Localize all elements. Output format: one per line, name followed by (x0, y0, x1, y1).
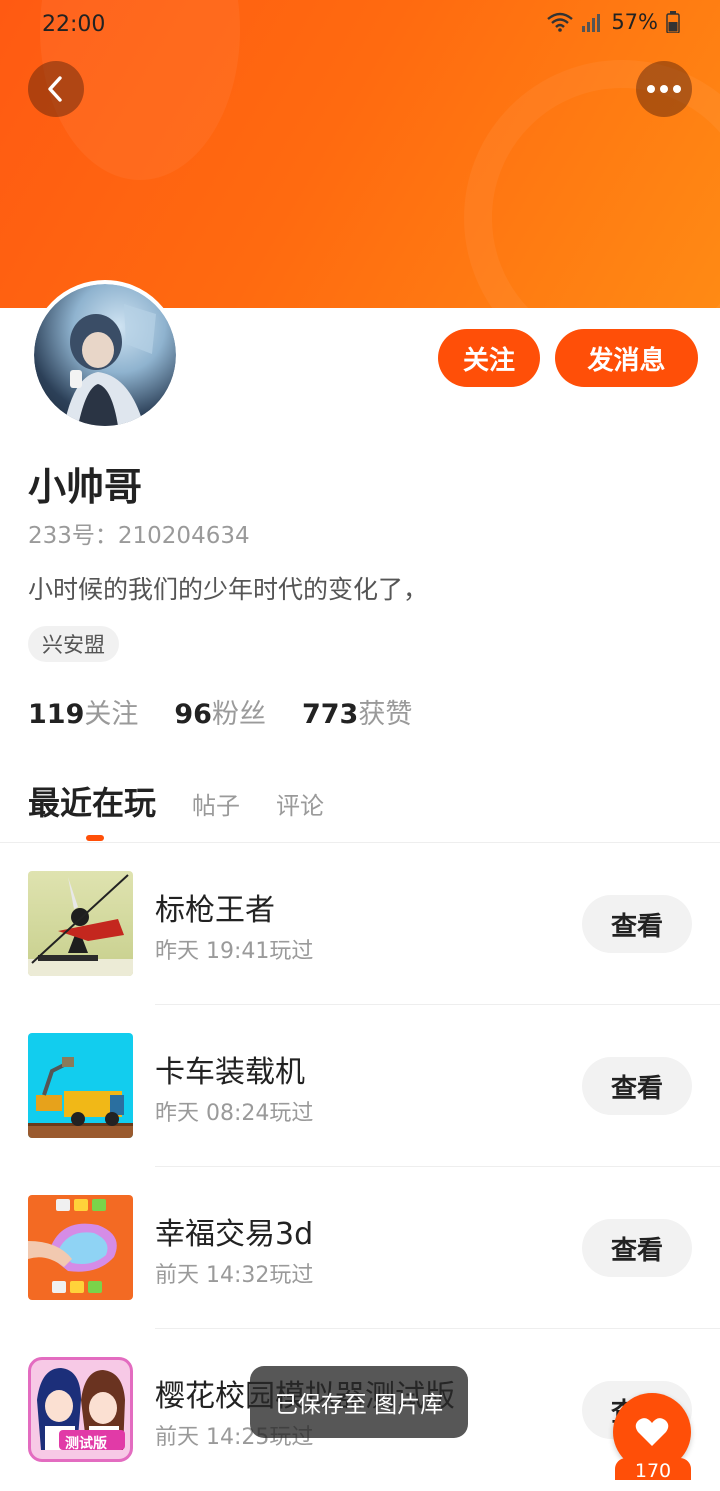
status-time: 22:00 (42, 12, 106, 37)
game-thumbnail (28, 1195, 133, 1300)
tab-recently-played[interactable]: 最近在玩 (28, 778, 156, 824)
list-item[interactable]: 标枪王者 昨天 19:41玩过 查看 (0, 843, 720, 1005)
game-played-time: 昨天 19:41玩过 (155, 939, 314, 964)
game-thumbnail (28, 1033, 133, 1138)
view-game-button[interactable]: 查看 (582, 1057, 692, 1115)
list-item[interactable]: 幸福交易3d 前天 14:32玩过 查看 (0, 1167, 720, 1329)
following-count: 119 (28, 699, 85, 730)
location-tag: 兴安盟 (28, 626, 119, 662)
send-message-button[interactable]: 发消息 (555, 329, 698, 387)
battery-icon (666, 11, 680, 33)
followers-stat[interactable]: 96粉丝 (174, 692, 266, 731)
follow-button[interactable]: 关注 (438, 329, 540, 387)
game-title: 幸福交易3d (155, 1217, 314, 1252)
following-label: 关注 (84, 699, 139, 730)
profile-tabs: 最近在玩 帖子 评论 (28, 778, 360, 824)
profile-uid: 233号：210204634 (28, 523, 250, 549)
tab-posts[interactable]: 帖子 (192, 786, 240, 821)
wifi-icon (547, 12, 574, 32)
view-game-button[interactable]: 查看 (582, 1219, 692, 1277)
game-played-time: 前天 14:32玩过 (155, 1263, 314, 1288)
likes-stat[interactable]: 773获赞 (302, 692, 412, 731)
game-thumbnail (28, 871, 133, 976)
active-tab-indicator (86, 835, 104, 841)
list-item[interactable]: 卡车装载机 昨天 08:24玩过 查看 (0, 1005, 720, 1167)
status-bar: 22:00 57% (0, 0, 720, 50)
more-options-button[interactable] (636, 61, 692, 117)
game-title: 标枪王者 (155, 893, 275, 928)
profile-header-banner: 22:00 57% (0, 0, 720, 308)
more-dots-icon (647, 85, 681, 93)
profile-name: 小帅哥 (28, 465, 143, 509)
avatar[interactable] (30, 280, 180, 430)
tab-comments[interactable]: 评论 (276, 786, 324, 821)
likes-count: 773 (301, 699, 359, 730)
like-count: 170 (615, 1458, 691, 1482)
game-played-time: 昨天 08:24玩过 (155, 1101, 314, 1126)
profile-bio: 小时候的我们的少年时代的变化了， (28, 575, 429, 604)
back-button[interactable] (28, 61, 84, 117)
battery-percent: 57% (611, 10, 658, 34)
followers-label: 粉丝 (211, 699, 266, 730)
heart-icon (635, 1418, 669, 1446)
profile-stats: 119关注 96粉丝 773获赞 (28, 692, 412, 731)
following-stat[interactable]: 119关注 (28, 692, 138, 731)
saved-toast: 已保存至 图片库 (250, 1366, 468, 1438)
game-thumbnail: 测试版 (28, 1357, 133, 1462)
status-icons: 57% (547, 10, 680, 34)
game-title: 卡车装载机 (155, 1055, 305, 1090)
signal-icon (582, 14, 601, 32)
thumbnail-test-badge: 测试版 (65, 1436, 107, 1452)
likes-label: 获赞 (358, 699, 413, 730)
chevron-left-icon (48, 76, 62, 102)
followers-count: 96 (174, 699, 212, 730)
view-game-button[interactable]: 查看 (582, 895, 692, 953)
avatar-image (34, 284, 176, 426)
